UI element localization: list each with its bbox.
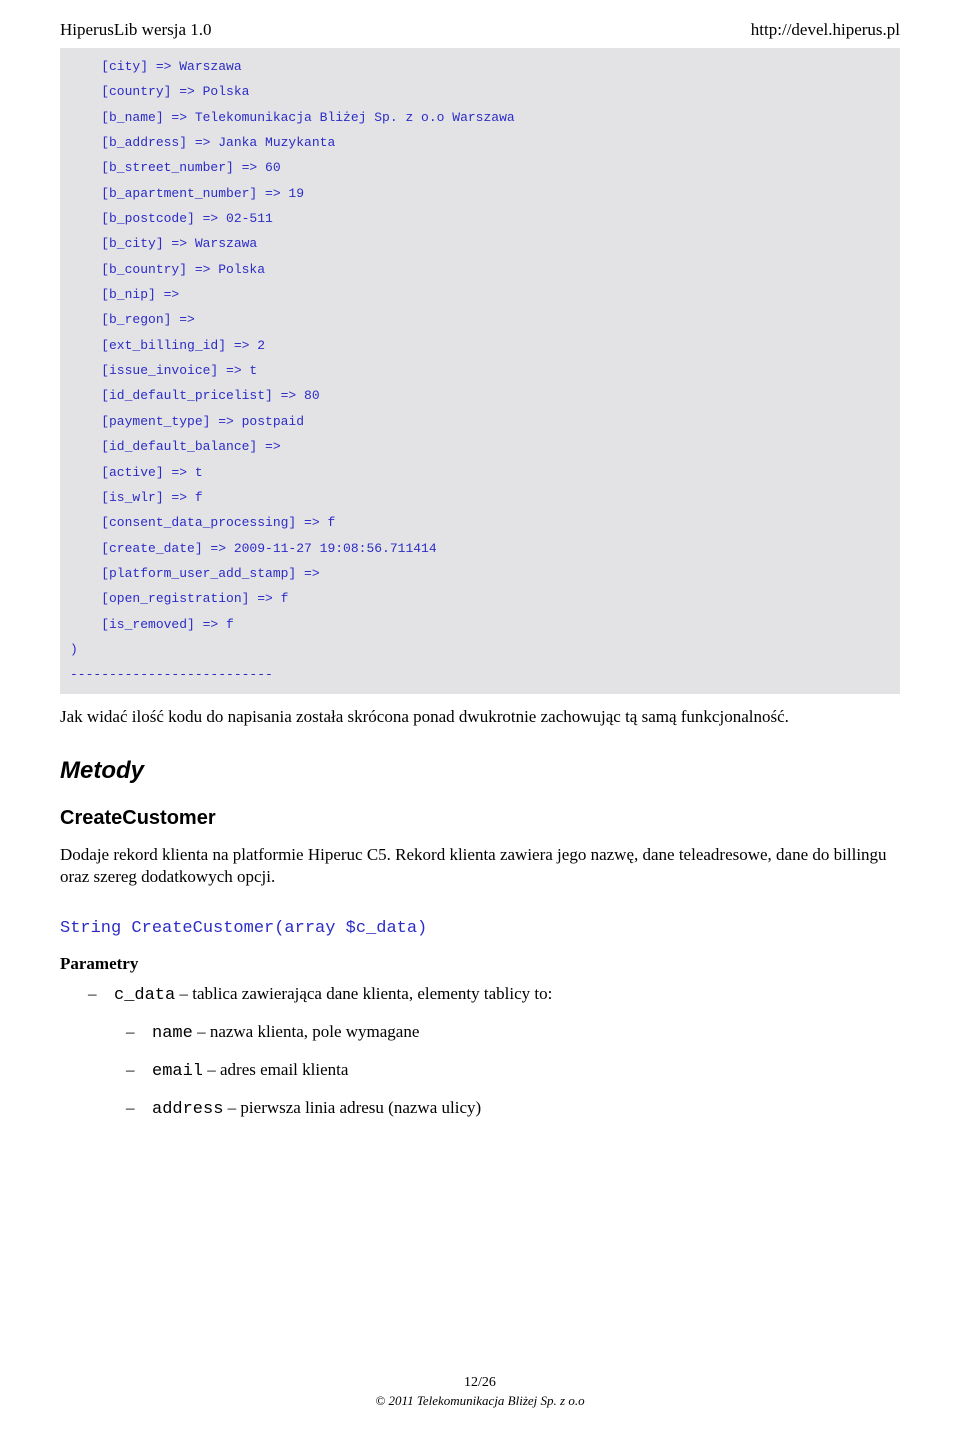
code-block: [city] => Warszawa [country] => Polska [… — [60, 48, 900, 694]
param-email: email – adres email klienta — [126, 1058, 900, 1084]
copyright: © 2011 Telekomunikacja Bliżej Sp. z o.o — [60, 1392, 900, 1410]
param-desc: – pierwsza linia adresu (nazwa ulicy) — [223, 1098, 481, 1117]
params-sublist: name – nazwa klienta, pole wymagane emai… — [126, 1020, 900, 1121]
summary-paragraph: Jak widać ilość kodu do napisania został… — [60, 706, 900, 729]
header-title: HiperusLib wersja 1.0 — [60, 20, 212, 40]
parametry-heading: Parametry — [60, 954, 900, 974]
method-signature: String CreateCustomer(array $c_data) — [60, 919, 900, 938]
heading-metody: Metody — [60, 757, 900, 785]
param-code: email — [152, 1062, 203, 1081]
createcustomer-description: Dodaje rekord klienta na platformie Hipe… — [60, 844, 900, 890]
param-desc: – nazwa klienta, pole wymagane — [193, 1022, 420, 1041]
page-header: HiperusLib wersja 1.0 http://devel.hiper… — [60, 20, 900, 40]
header-url: http://devel.hiperus.pl — [751, 20, 900, 40]
param-desc: – tablica zawierająca dane klienta, elem… — [175, 984, 552, 1003]
param-c-data: c_data – tablica zawierająca dane klient… — [88, 982, 900, 1121]
param-code: c_data — [114, 986, 175, 1005]
param-name: name – nazwa klienta, pole wymagane — [126, 1020, 900, 1046]
param-code: name — [152, 1024, 193, 1043]
heading-createcustomer: CreateCustomer — [60, 807, 900, 830]
param-address: address – pierwsza linia adresu (nazwa u… — [126, 1096, 900, 1122]
param-desc: – adres email klienta — [203, 1060, 348, 1079]
page-footer: 12/26 © 2011 Telekomunikacja Bliżej Sp. … — [60, 1374, 900, 1410]
params-list: c_data – tablica zawierająca dane klient… — [88, 982, 900, 1133]
param-code: address — [152, 1100, 223, 1119]
page: HiperusLib wersja 1.0 http://devel.hiper… — [0, 0, 960, 1440]
page-number: 12/26 — [60, 1374, 900, 1393]
